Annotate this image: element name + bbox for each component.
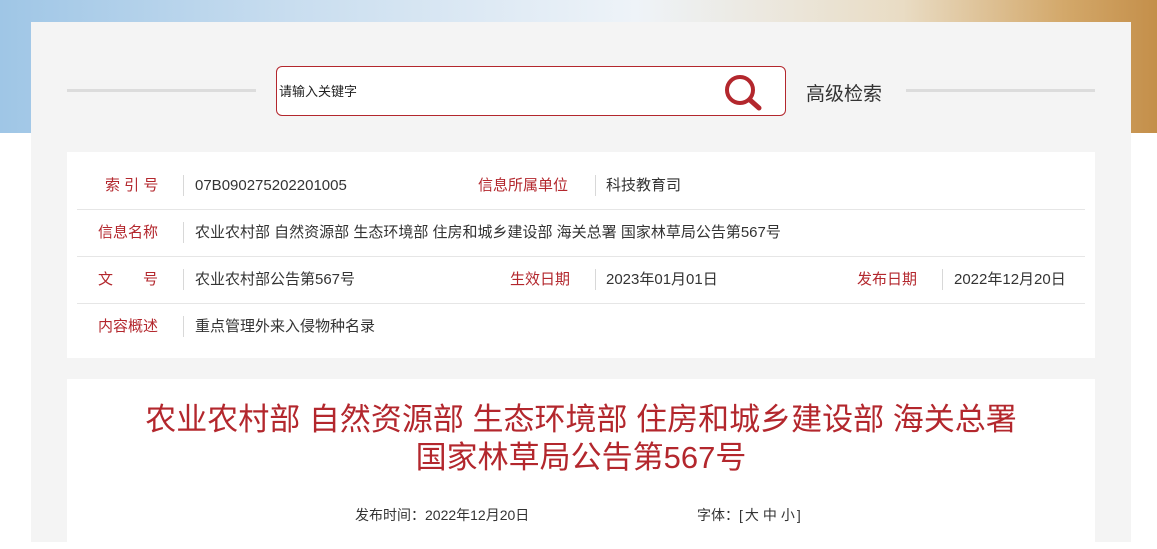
article-title-line1: 农业农村部 自然资源部 生态环境部 住房和城乡建设部 海关总署 [145, 402, 1017, 437]
advanced-search-link[interactable]: 高级检索 [806, 79, 882, 106]
bracket-open: [ [739, 507, 743, 523]
search-icon[interactable] [722, 72, 764, 112]
divider [183, 222, 184, 243]
font-size-label: 字体： [697, 507, 739, 523]
summary-label: 内容概述 [98, 318, 159, 335]
metadata-row-summary: 内容概述 重点管理外来入侵物种名录 [77, 303, 1085, 350]
effective-date-label: 生效日期 [510, 271, 571, 288]
font-medium-button[interactable]: 中 [763, 507, 777, 523]
article-card: 农业农村部 自然资源部 生态环境部 住房和城乡建设部 海关总署 国家林草局公告第… [67, 379, 1095, 549]
article-title: 农业农村部 自然资源部 生态环境部 住房和城乡建设部 海关总署 国家林草局公告第… [67, 401, 1095, 477]
name-value: 农业农村部 自然资源部 生态环境部 住房和城乡建设部 海关总署 国家林草局公告第… [195, 224, 781, 241]
effective-date-value: 2023年01月01日 [606, 271, 718, 288]
search-bar[interactable] [276, 66, 786, 116]
metadata-row-index: 索 引 号 07B090275202201005 信息所属单位 科技教育司 [77, 162, 1085, 210]
index-label: 索 引 号 [105, 177, 159, 194]
publish-time: 发布时间：2022年12月20日 [355, 505, 529, 525]
search-divider-right [906, 89, 1095, 92]
unit-value: 科技教育司 [606, 177, 682, 194]
publish-date-value: 2022年12月20日 [954, 271, 1066, 288]
doc-number-label: 文 号 [98, 271, 159, 288]
divider [183, 175, 184, 196]
divider [942, 269, 943, 290]
bracket-close: ] [796, 507, 801, 523]
divider [595, 175, 596, 196]
search-divider-left [67, 89, 256, 92]
font-small-button[interactable]: 小 [781, 507, 795, 523]
search-input[interactable] [277, 67, 709, 115]
publish-time-label: 发布时间： [355, 507, 425, 523]
metadata-row-doc: 文 号 农业农村部公告第567号 生效日期 2023年01月01日 发布日期 2… [77, 256, 1085, 304]
divider [183, 316, 184, 337]
font-size-control: 字体：[大中小] [697, 505, 801, 525]
publish-time-value: 2022年12月20日 [425, 507, 530, 523]
divider [595, 269, 596, 290]
metadata-row-name: 信息名称 农业农村部 自然资源部 生态环境部 住房和城乡建设部 海关总署 国家林… [77, 209, 1085, 257]
index-value: 07B090275202201005 [195, 177, 347, 194]
doc-number-value: 农业农村部公告第567号 [195, 271, 356, 288]
unit-label: 信息所属单位 [478, 177, 569, 194]
metadata-table: 索 引 号 07B090275202201005 信息所属单位 科技教育司 信息… [67, 152, 1095, 358]
article-title-line2: 国家林草局公告第567号 [415, 440, 747, 475]
divider [183, 269, 184, 290]
name-label: 信息名称 [98, 224, 159, 241]
publish-date-label: 发布日期 [857, 271, 918, 288]
font-large-button[interactable]: 大 [745, 507, 759, 523]
summary-value: 重点管理外来入侵物种名录 [195, 318, 376, 335]
